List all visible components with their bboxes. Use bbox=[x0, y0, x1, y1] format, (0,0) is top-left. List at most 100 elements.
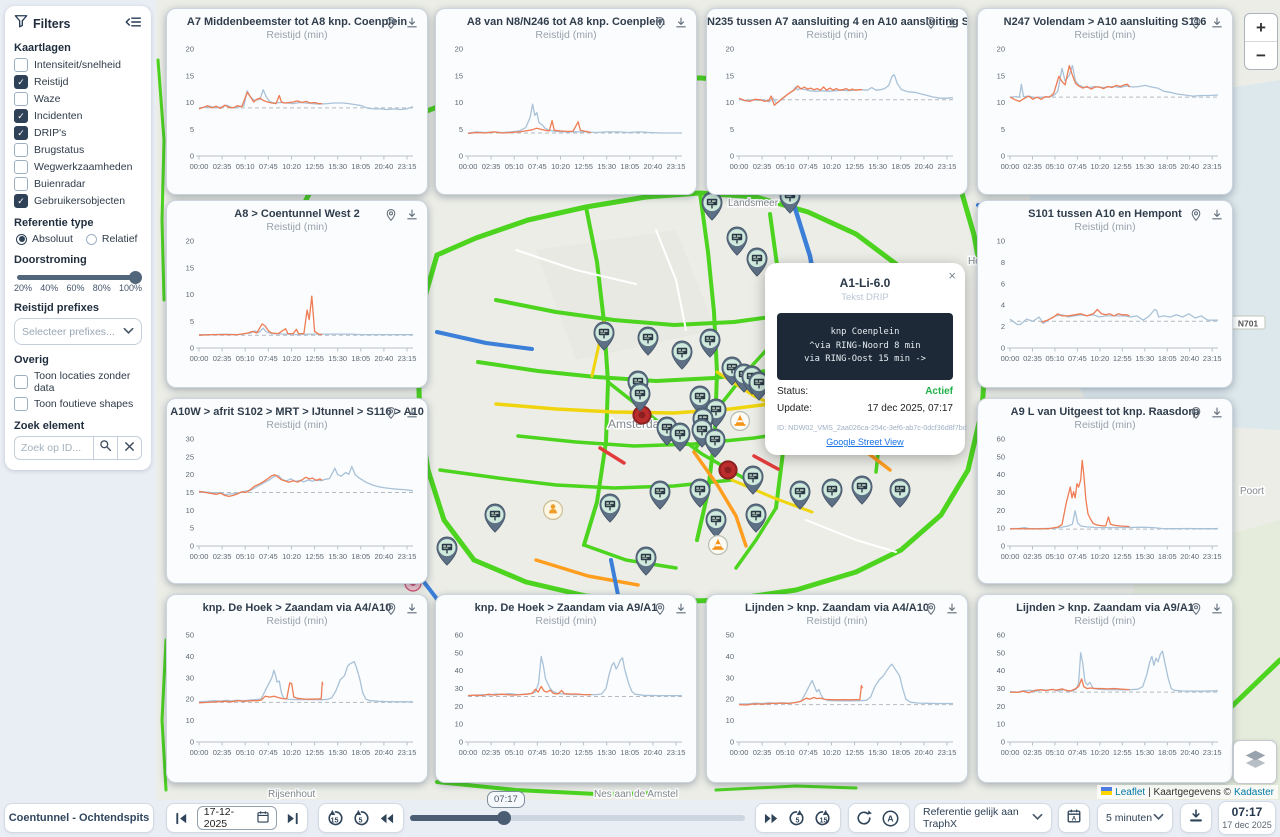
refresh-button[interactable] bbox=[851, 806, 877, 830]
zoom-in-button[interactable]: + bbox=[1245, 14, 1277, 41]
skip-to-start-button[interactable] bbox=[170, 806, 194, 830]
locate-on-map-icon[interactable] bbox=[653, 602, 667, 621]
layer-checkbox[interactable]: Waze bbox=[14, 92, 142, 106]
layer-checkbox[interactable]: Brugstatus bbox=[14, 143, 142, 157]
clock-date: 17 dec 2025 bbox=[1222, 820, 1272, 831]
layer-checkbox[interactable]: ✓Reistijd bbox=[14, 75, 142, 89]
locate-on-map-icon[interactable] bbox=[1189, 602, 1203, 621]
layer-checkbox[interactable]: ✓Gebruikersobjecten bbox=[14, 194, 142, 208]
auto-advance-button[interactable]: A bbox=[877, 806, 903, 830]
locate-on-map-icon[interactable] bbox=[384, 208, 398, 227]
radio-dot[interactable] bbox=[86, 234, 97, 245]
checkbox[interactable]: ✓ bbox=[14, 109, 28, 123]
checkbox[interactable] bbox=[14, 160, 28, 174]
search-button[interactable] bbox=[94, 436, 118, 460]
date-input[interactable]: 17-12-2025 bbox=[197, 806, 277, 830]
download-chart-icon[interactable] bbox=[1210, 602, 1224, 621]
checkbox[interactable] bbox=[14, 143, 28, 157]
download-chart-icon[interactable] bbox=[1210, 406, 1224, 425]
svg-text:05:10: 05:10 bbox=[236, 354, 255, 363]
locate-on-map-icon[interactable] bbox=[924, 602, 938, 621]
svg-text:0: 0 bbox=[190, 152, 194, 161]
time-slider[interactable] bbox=[410, 814, 745, 822]
download-chart-icon[interactable] bbox=[945, 602, 959, 621]
checkbox[interactable] bbox=[14, 58, 28, 72]
svg-text:20: 20 bbox=[997, 506, 1005, 515]
svg-text:20: 20 bbox=[186, 470, 194, 479]
locate-on-map-icon[interactable] bbox=[1189, 16, 1203, 35]
clear-search-button[interactable] bbox=[118, 436, 142, 460]
svg-text:02:35: 02:35 bbox=[753, 748, 772, 757]
svg-text:10:20: 10:20 bbox=[282, 552, 301, 561]
checkbox[interactable]: ✓ bbox=[14, 126, 28, 140]
leaflet-link[interactable]: Leaflet bbox=[1115, 787, 1145, 798]
zoom-out-button[interactable]: − bbox=[1245, 41, 1277, 69]
download-chart-icon[interactable] bbox=[674, 602, 688, 621]
roadworks-marker[interactable] bbox=[731, 412, 750, 431]
checkbox[interactable]: ✓ bbox=[14, 75, 28, 89]
svg-text:10:20: 10:20 bbox=[551, 748, 570, 757]
interval-dropdown[interactable]: 5 minuten bbox=[1097, 803, 1173, 833]
layers-button[interactable] bbox=[1233, 740, 1277, 784]
layer-checkbox[interactable]: Buienradar bbox=[14, 177, 142, 191]
step-forward-button[interactable] bbox=[758, 806, 784, 830]
slider-handle[interactable] bbox=[129, 271, 142, 284]
download-button[interactable] bbox=[1180, 803, 1212, 833]
checkbox[interactable] bbox=[14, 375, 28, 389]
download-chart-icon[interactable] bbox=[1210, 16, 1224, 35]
svg-text:10: 10 bbox=[455, 98, 463, 107]
svg-text:12:55: 12:55 bbox=[574, 748, 593, 757]
checkbox[interactable] bbox=[14, 397, 28, 411]
locate-on-map-icon[interactable] bbox=[384, 406, 398, 425]
referentie-radio[interactable]: Relatief bbox=[86, 233, 138, 245]
incident-marker[interactable] bbox=[719, 461, 736, 478]
download-chart-icon[interactable] bbox=[945, 16, 959, 35]
collapse-sidebar-icon[interactable] bbox=[125, 15, 142, 33]
prefixes-select[interactable]: Selecteer prefixes... bbox=[14, 318, 142, 345]
download-chart-icon[interactable] bbox=[405, 602, 419, 621]
svg-text:20: 20 bbox=[997, 702, 1005, 711]
overig-checkbox[interactable]: Toon foutieve shapes bbox=[14, 397, 142, 411]
layer-checkbox[interactable]: Intensiteit/snelheid bbox=[14, 58, 142, 72]
svg-text:10: 10 bbox=[997, 720, 1005, 729]
locate-on-map-icon[interactable] bbox=[924, 16, 938, 35]
locate-on-map-icon[interactable] bbox=[384, 16, 398, 35]
roadworks-marker[interactable] bbox=[709, 536, 728, 555]
forward-15-min-button[interactable]: 15 bbox=[810, 806, 836, 830]
street-view-link[interactable]: Google Street View bbox=[777, 437, 953, 447]
doorstroming-slider[interactable] bbox=[17, 275, 139, 280]
forward-5-min-button[interactable]: 5 bbox=[784, 806, 810, 830]
layer-checkbox[interactable]: ✓DRIP's bbox=[14, 126, 142, 140]
locate-on-map-icon[interactable] bbox=[1189, 208, 1203, 227]
person-marker[interactable] bbox=[544, 501, 563, 520]
svg-text:12:55: 12:55 bbox=[1113, 354, 1132, 363]
radio-dot[interactable] bbox=[16, 234, 27, 245]
step-backward-button[interactable] bbox=[373, 806, 399, 830]
skip-to-end-button[interactable] bbox=[280, 806, 304, 830]
layer-checkbox[interactable]: ✓Incidenten bbox=[14, 109, 142, 123]
layer-checkbox[interactable]: Wegwerkzaamheden bbox=[14, 160, 142, 174]
download-chart-icon[interactable] bbox=[1210, 208, 1224, 227]
reference-dropdown[interactable]: Referentie gelijk aan TraphX bbox=[914, 803, 1052, 833]
locate-on-map-icon[interactable] bbox=[653, 16, 667, 35]
locate-on-map-icon[interactable] bbox=[384, 602, 398, 621]
download-chart-icon[interactable] bbox=[405, 16, 419, 35]
checkbox[interactable] bbox=[14, 92, 28, 106]
locate-on-map-icon[interactable] bbox=[1189, 406, 1203, 425]
referentie-radio[interactable]: Absoluut bbox=[16, 233, 73, 245]
back-5-min-button[interactable]: 5 bbox=[347, 806, 373, 830]
kadaster-link[interactable]: Kadaster bbox=[1234, 787, 1274, 798]
download-chart-icon[interactable] bbox=[405, 406, 419, 425]
svg-text:60: 60 bbox=[997, 631, 1005, 640]
close-icon[interactable]: × bbox=[948, 268, 956, 283]
calendar-auto-button[interactable]: A bbox=[1058, 803, 1090, 833]
time-slider-handle[interactable] bbox=[497, 811, 511, 825]
overig-checkbox[interactable]: Toon locaties zonder data bbox=[14, 370, 142, 394]
checkbox[interactable] bbox=[14, 177, 28, 191]
checkbox[interactable]: ✓ bbox=[14, 194, 28, 208]
svg-text:18:05: 18:05 bbox=[351, 552, 370, 561]
download-chart-icon[interactable] bbox=[674, 16, 688, 35]
search-input[interactable] bbox=[14, 436, 94, 460]
back-15-min-button[interactable]: 15 bbox=[321, 806, 347, 830]
download-chart-icon[interactable] bbox=[405, 208, 419, 227]
